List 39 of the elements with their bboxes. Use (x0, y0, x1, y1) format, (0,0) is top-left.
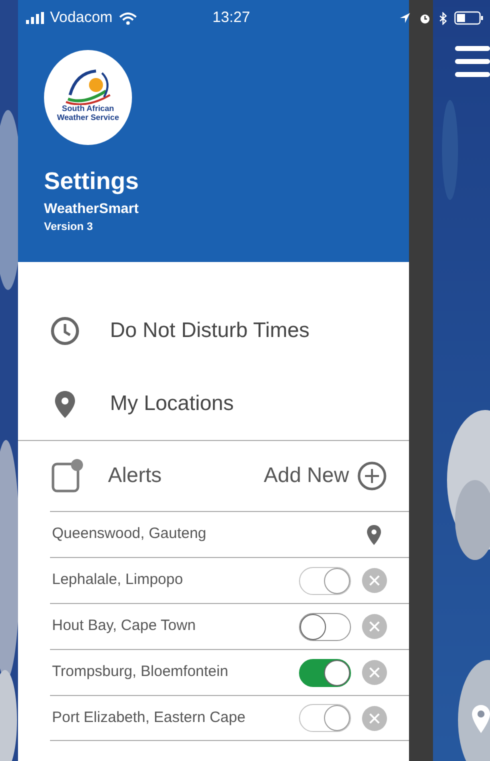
remove-button[interactable] (362, 660, 387, 685)
version-text: Version 3 (44, 220, 94, 235)
status-time: 13:27 (212, 8, 250, 28)
battery-icon (454, 11, 484, 25)
close-icon (369, 621, 380, 632)
logo-text: Weather Service (56, 114, 120, 123)
menu-label: My Locations (110, 390, 234, 417)
location-arrow-icon (399, 12, 411, 24)
menu-item[interactable]: Do Not Disturb Times (18, 294, 409, 367)
location-pin-icon[interactable] (471, 704, 490, 734)
location-name: Lephalale, Limpopo (52, 570, 184, 590)
plus-icon (357, 461, 387, 491)
remove-button[interactable] (362, 568, 387, 593)
close-icon (369, 575, 380, 586)
alert-icon (50, 458, 86, 494)
location-pin-icon (366, 524, 382, 546)
toggle-switch[interactable] (299, 612, 351, 640)
menu-label: Do Not Disturb Times (110, 318, 310, 344)
bluetooth-icon (439, 12, 447, 24)
clock-icon (50, 316, 80, 346)
close-icon (369, 712, 380, 724)
add-new-button[interactable]: Add New (264, 460, 387, 492)
location-name: Hout Bay, Cape Town (52, 616, 197, 636)
remove-button[interactable] (362, 706, 387, 730)
app-name: WeatherSmart (44, 201, 140, 217)
signal-icon (26, 12, 46, 24)
toggle-switch[interactable] (299, 658, 351, 686)
location-name: Port Elizabeth, Eastern Cape (52, 708, 246, 728)
menu-item[interactable]: My Locations (18, 367, 409, 440)
menu-icon[interactable] (455, 44, 490, 80)
settings-title: Settings (44, 169, 140, 196)
alerts-label: Alerts (108, 463, 162, 490)
close-icon (369, 667, 380, 678)
remove-button[interactable] (362, 614, 387, 639)
location-name: Trompsburg, Bloemfontein (52, 662, 230, 682)
wifi-icon (118, 12, 137, 24)
location-name: Queenswood, Gauteng (52, 524, 208, 544)
carrier-name: Vodacom (50, 8, 113, 28)
logo-text: South African (62, 105, 114, 114)
